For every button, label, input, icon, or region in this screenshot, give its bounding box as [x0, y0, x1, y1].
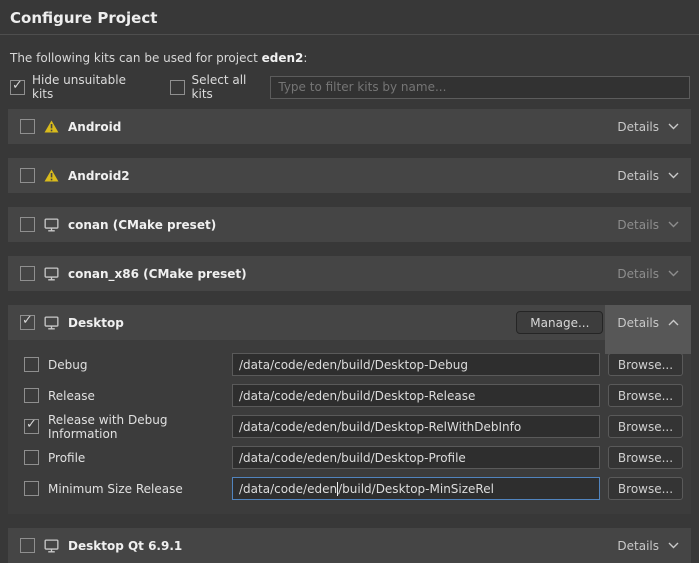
- path-text-after-caret: /build/Desktop-MinSizeRel: [338, 482, 494, 496]
- profile-browse-button[interactable]: Browse...: [608, 446, 683, 469]
- hide-unsuitable-kits-checkbox[interactable]: [10, 80, 25, 95]
- kit-header-desktop[interactable]: Desktop Manage... Details: [8, 305, 691, 340]
- release-path-input[interactable]: [232, 384, 600, 407]
- kit-desktop-details-panel: Debug Browse... Release Browse... Releas…: [8, 340, 691, 514]
- relwithdebinfo-browse-button[interactable]: Browse...: [608, 415, 683, 438]
- chevron-down-icon: [668, 221, 679, 228]
- kit-name: Desktop Qt 6.9.1: [68, 539, 182, 553]
- kit-android2-checkbox[interactable]: [20, 168, 35, 183]
- debug-browse-button[interactable]: Browse...: [608, 353, 683, 376]
- kit-conan-x86: conan_x86 (CMake preset) Details: [8, 256, 691, 291]
- chevron-down-icon: [668, 542, 679, 549]
- kit-filter-input[interactable]: [270, 76, 690, 99]
- warning-icon: [44, 120, 59, 133]
- build-config-label: Profile: [48, 451, 232, 465]
- select-all-kits-label: Select all kits: [192, 73, 271, 101]
- build-config-row-profile: Profile Browse...: [24, 445, 683, 470]
- build-config-row-minsizerel: Minimum Size Release /data/code/eden/bui…: [24, 476, 683, 501]
- minsizerel-browse-button[interactable]: Browse...: [608, 477, 683, 500]
- configure-project-window: Configure Project The following kits can…: [0, 0, 699, 563]
- build-config-label: Release: [48, 389, 232, 403]
- build-config-row-release: Release Browse...: [24, 383, 683, 408]
- kit-header-conan-x86[interactable]: conan_x86 (CMake preset) Details: [8, 256, 691, 291]
- profile-checkbox[interactable]: [24, 450, 39, 465]
- kit-desktop-checkbox[interactable]: [20, 315, 35, 330]
- kit-desktop-qt-691-checkbox[interactable]: [20, 538, 35, 553]
- kit-conan: conan (CMake preset) Details: [8, 207, 691, 242]
- build-config-row-relwithdebinfo: Release with Debug Information Browse...: [24, 414, 683, 439]
- kit-filter-controls: Hide unsuitable kits Select all kits: [10, 75, 690, 99]
- kit-name: conan_x86 (CMake preset): [68, 267, 247, 281]
- project-name: eden2: [262, 51, 304, 65]
- build-config-label: Debug: [48, 358, 232, 372]
- kit-android: Android Details: [8, 109, 691, 144]
- desktop-icon: [44, 218, 59, 232]
- build-config-row-debug: Debug Browse...: [24, 352, 683, 377]
- chevron-down-icon: [668, 172, 679, 179]
- desktop-icon: [44, 316, 59, 330]
- select-all-kits-checkbox[interactable]: [170, 80, 185, 95]
- debug-path-input[interactable]: [232, 353, 600, 376]
- kit-conan-checkbox[interactable]: [20, 217, 35, 232]
- chevron-down-icon: [668, 123, 679, 130]
- subtitle-suffix: :: [303, 51, 307, 65]
- build-config-label: Minimum Size Release: [48, 482, 232, 496]
- kit-header-desktop-qt-691[interactable]: Desktop Qt 6.9.1 Details: [8, 528, 691, 563]
- desktop-icon: [44, 539, 59, 553]
- release-browse-button[interactable]: Browse...: [608, 384, 683, 407]
- details-label: Details: [617, 218, 659, 232]
- chevron-up-icon: [668, 319, 679, 326]
- kit-name: Desktop: [68, 316, 124, 330]
- kit-list: Android Details Android2 Details: [8, 109, 691, 563]
- relwithdebinfo-path-input[interactable]: [232, 415, 600, 438]
- kit-name: Android2: [68, 169, 130, 183]
- details-label: Details: [617, 120, 659, 134]
- profile-path-input[interactable]: [232, 446, 600, 469]
- details-button-conan-x86: Details: [605, 256, 691, 291]
- path-text-before-caret: /data/code/eden: [239, 482, 337, 496]
- details-button-desktop[interactable]: Details: [605, 305, 691, 354]
- debug-checkbox[interactable]: [24, 357, 39, 372]
- relwithdebinfo-checkbox[interactable]: [24, 419, 39, 434]
- details-button-conan: Details: [605, 207, 691, 242]
- page-title: Configure Project: [0, 0, 699, 35]
- kit-android2: Android2 Details: [8, 158, 691, 193]
- kit-header-conan[interactable]: conan (CMake preset) Details: [8, 207, 691, 242]
- details-label: Details: [617, 316, 659, 330]
- select-all-kits-option[interactable]: Select all kits: [170, 73, 271, 101]
- kit-name: Android: [68, 120, 121, 134]
- kit-conan-x86-checkbox[interactable]: [20, 266, 35, 281]
- kit-name: conan (CMake preset): [68, 218, 216, 232]
- details-label: Details: [617, 267, 659, 281]
- details-button-android[interactable]: Details: [605, 109, 691, 144]
- hide-unsuitable-kits-label: Hide unsuitable kits: [32, 73, 150, 101]
- kit-header-android2[interactable]: Android2 Details: [8, 158, 691, 193]
- kit-desktop: Desktop Manage... Details Debug Browse..…: [8, 305, 691, 514]
- kits-description: The following kits can be used for proje…: [10, 51, 689, 65]
- minsizerel-path-input[interactable]: /data/code/eden/build/Desktop-MinSizeRel: [232, 477, 600, 500]
- details-button-desktop-qt-691[interactable]: Details: [605, 528, 691, 563]
- details-label: Details: [617, 169, 659, 183]
- release-checkbox[interactable]: [24, 388, 39, 403]
- manage-button[interactable]: Manage...: [516, 311, 603, 334]
- build-config-label: Release with Debug Information: [48, 413, 232, 441]
- kit-desktop-qt-691: Desktop Qt 6.9.1 Details: [8, 528, 691, 563]
- warning-icon: [44, 169, 59, 182]
- subtitle-prefix: The following kits can be used for proje…: [10, 51, 262, 65]
- kit-header-android[interactable]: Android Details: [8, 109, 691, 144]
- kit-android-checkbox[interactable]: [20, 119, 35, 134]
- minsizerel-checkbox[interactable]: [24, 481, 39, 496]
- details-label: Details: [617, 539, 659, 553]
- details-button-android2[interactable]: Details: [605, 158, 691, 193]
- chevron-down-icon: [668, 270, 679, 277]
- hide-unsuitable-kits-option[interactable]: Hide unsuitable kits: [10, 73, 150, 101]
- desktop-icon: [44, 267, 59, 281]
